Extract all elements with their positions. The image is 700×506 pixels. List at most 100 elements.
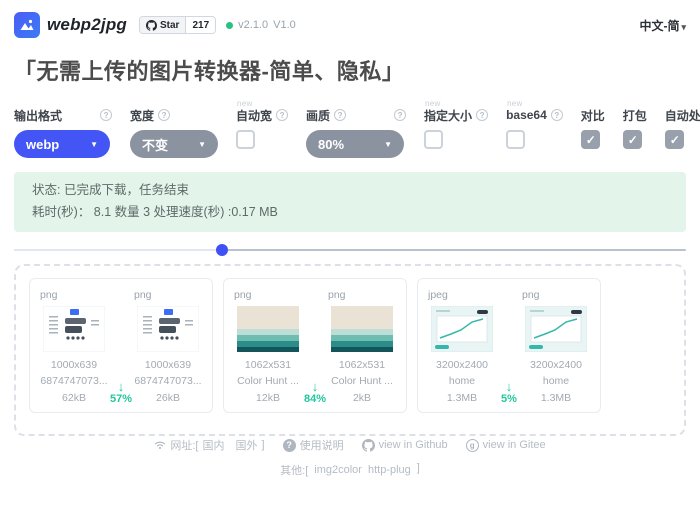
help-icon[interactable]: ? xyxy=(100,109,112,121)
image-dims: 3200x2400 xyxy=(530,357,582,373)
down-arrow-icon: ↓ xyxy=(118,380,125,393)
image-dims: 3200x2400 xyxy=(436,357,488,373)
thumbnail-dashboard[interactable] xyxy=(525,306,587,352)
quality-value: 80% xyxy=(318,137,344,152)
help-icon[interactable]: ? xyxy=(551,109,563,121)
image-name: 6874747073... xyxy=(40,373,107,389)
reduction-indicator: ↓ 5% xyxy=(496,287,522,406)
help-icon[interactable]: ? xyxy=(334,109,346,121)
original-image-col: png 1062x531 Color Hunt ... 12kB xyxy=(234,287,302,406)
quality-select[interactable]: 80% ▼ xyxy=(306,130,404,158)
others-suffix: ] xyxy=(417,462,420,478)
link-http-plug[interactable]: http-plug xyxy=(368,462,411,478)
link-img2color[interactable]: img2color xyxy=(314,462,362,478)
size-limit-checkbox[interactable] xyxy=(424,130,443,149)
format-label: png xyxy=(522,287,540,303)
down-arrow-icon: ↓ xyxy=(312,380,319,393)
controls-toolbar: 输出格式 ? webp ▼ 宽度 ? 不变 ▼ new 自动宽 ? xyxy=(14,108,686,158)
pack-control: 打包 xyxy=(623,108,647,149)
new-tag: new xyxy=(237,99,253,108)
quality-control: 画质 ? ? 80% ▼ xyxy=(306,108,406,158)
gitee-icon: g xyxy=(466,439,479,452)
other-links: 其他:[ img2color http-plug ] xyxy=(0,462,700,478)
github-link-label: view in Github xyxy=(379,439,448,451)
image-size: 1.3MB xyxy=(447,390,477,406)
width-select[interactable]: 不变 ▼ xyxy=(130,130,218,158)
reduction-indicator: ↓ 57% xyxy=(108,287,134,406)
auto-process-checkbox[interactable] xyxy=(665,130,684,149)
slider-fill xyxy=(14,249,222,251)
link-abroad[interactable]: 国外 xyxy=(236,437,258,453)
reduction-percent: 84% xyxy=(304,393,326,405)
image-dims: 1000x639 xyxy=(51,357,97,373)
help-icon[interactable]: ? xyxy=(158,109,170,121)
image-dims: 1062x531 xyxy=(245,357,291,373)
auto-width-checkbox[interactable] xyxy=(236,130,255,149)
chevron-down-icon: ▼ xyxy=(90,140,98,149)
link-domestic[interactable]: 国内 xyxy=(202,437,224,453)
size-limit-label: 指定大小 xyxy=(424,107,472,124)
image-icon xyxy=(19,17,35,33)
help-icon[interactable]: ? xyxy=(394,109,406,121)
page: webp2jpg Star 217 v2.1.0 V1.0 中文-简▾ 「无需上… xyxy=(0,0,700,506)
slider-thumb[interactable] xyxy=(216,244,228,256)
result-card[interactable]: jpeg 3200x2400 home 1.3MB ↓ 5% png xyxy=(417,278,601,413)
app-logo-icon xyxy=(14,12,40,38)
compare-checkbox[interactable] xyxy=(581,130,600,149)
width-label: 宽度 xyxy=(130,107,154,124)
output-format-select[interactable]: webp ▼ xyxy=(14,130,110,158)
chevron-down-icon: ▾ xyxy=(681,22,686,32)
github-link[interactable]: view in Github xyxy=(362,439,448,452)
image-name: home xyxy=(449,373,475,389)
urls-prefix: 网址:[ xyxy=(170,437,198,453)
help-icon[interactable]: ? xyxy=(476,109,488,121)
wifi-icon xyxy=(154,439,166,451)
base64-checkbox[interactable] xyxy=(506,130,525,149)
help-link[interactable]: ? 使用说明 xyxy=(283,437,344,453)
thumbnail-diagram[interactable] xyxy=(137,306,199,352)
progress-slider xyxy=(14,244,686,256)
footer: 网址:[国内 国外] ? 使用说明 view in Github g view … xyxy=(0,437,700,478)
language-label: 中文-简 xyxy=(639,19,679,33)
quality-label: 画质 xyxy=(306,107,330,124)
github-star-badge[interactable]: Star 217 xyxy=(139,16,216,34)
chevron-down-icon: ▼ xyxy=(198,140,206,149)
version-label: v2.1.0 xyxy=(238,19,268,31)
image-size: 62kB xyxy=(62,390,86,406)
format-label: png xyxy=(134,287,152,303)
question-icon: ? xyxy=(283,439,296,452)
output-format-control: 输出格式 ? webp ▼ xyxy=(14,108,112,158)
reduction-percent: 5% xyxy=(501,393,517,405)
format-label: png xyxy=(40,287,58,303)
thumbnail-palette[interactable] xyxy=(237,306,299,352)
size-limit-control: new 指定大小 ? xyxy=(424,108,488,149)
image-size: 12kB xyxy=(256,390,280,406)
gitee-link[interactable]: g view in Gitee xyxy=(466,439,546,452)
image-size: 2kB xyxy=(353,390,371,406)
new-tag: new xyxy=(425,99,441,108)
help-icon[interactable]: ? xyxy=(276,109,288,121)
base64-label: base64 xyxy=(506,108,547,122)
result-card[interactable]: png 1000x639 6874747073... 62kB xyxy=(29,278,213,413)
github-icon xyxy=(146,20,157,31)
version-info: v2.1.0 V1.0 xyxy=(226,19,296,31)
star-label: Star xyxy=(160,20,179,31)
star-count: 217 xyxy=(186,17,215,33)
thumbnail-palette[interactable] xyxy=(331,306,393,352)
thumbnail-dashboard[interactable] xyxy=(431,306,493,352)
thumbnail-diagram[interactable] xyxy=(43,306,105,352)
status-panel: 状态: 已完成下载，任务结束 耗时(秒)： 8.1 数量 3 处理速度(秒) :… xyxy=(14,172,686,232)
drop-zone[interactable]: png 1000x639 6874747073... 62kB xyxy=(14,264,686,436)
pack-checkbox[interactable] xyxy=(623,130,642,149)
status-dot-icon xyxy=(226,22,233,29)
converted-image-col: png 1062x531 Color Hunt ... 2kB xyxy=(328,287,396,406)
page-title: 「无需上传的图片转换器-简单、隐私」 xyxy=(14,54,686,86)
others-prefix: 其他:[ xyxy=(280,462,308,478)
urls-suffix: ] xyxy=(262,439,265,451)
image-name: home xyxy=(543,373,569,389)
language-selector[interactable]: 中文-简▾ xyxy=(639,17,686,34)
output-format-value: webp xyxy=(26,137,59,152)
original-image-col: png 1000x639 6874747073... 62kB xyxy=(40,287,108,406)
converted-image-col: png 1000x639 6874747073... 26kB xyxy=(134,287,202,406)
result-card[interactable]: png 1062x531 Color Hunt ... 12kB ↓ 84% p… xyxy=(223,278,407,413)
